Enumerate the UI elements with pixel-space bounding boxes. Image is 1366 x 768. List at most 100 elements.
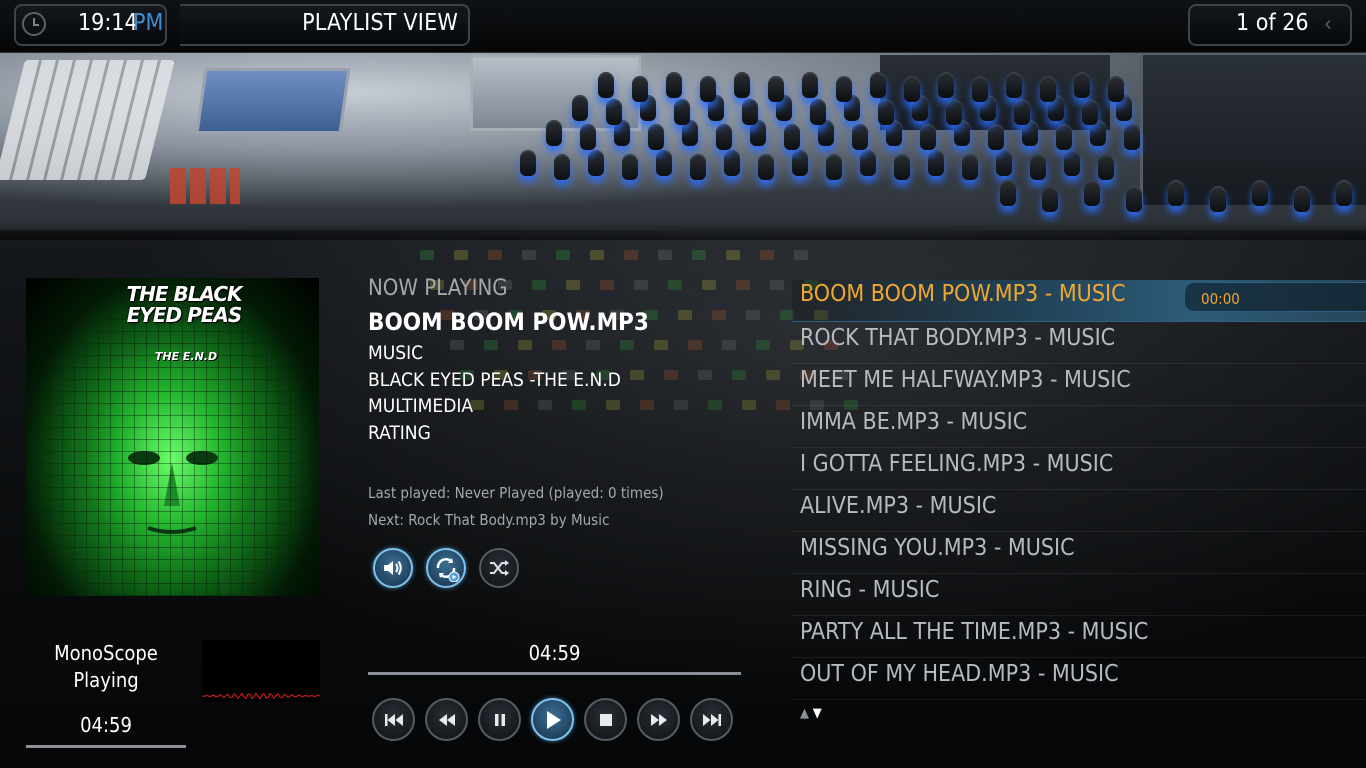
playlist-item[interactable]: ALIVE.MP3 - MUSIC	[792, 490, 1366, 532]
playlist-item-label: MEET ME HALFWAY.MP3 - MUSIC	[800, 367, 1131, 393]
background-knob	[878, 99, 894, 125]
playlist-item-label: I GOTTA FEELING.MP3 - MUSIC	[800, 451, 1114, 477]
pause-button[interactable]	[478, 698, 521, 741]
background-knob	[1074, 72, 1090, 98]
previous-button[interactable]	[372, 698, 415, 741]
visualisation-time: 04:59	[80, 713, 132, 737]
background-knob	[1098, 154, 1114, 180]
visualisation-status: Playing	[73, 668, 139, 692]
background-screen	[195, 68, 351, 134]
background-knob	[554, 154, 570, 180]
playlist-item[interactable]: I GOTTA FEELING.MP3 - MUSIC	[792, 448, 1366, 490]
playlist-item[interactable]: IMMA BE.MP3 - MUSIC	[792, 406, 1366, 448]
scroll-down-icon[interactable]: ▼	[813, 706, 822, 721]
background-knob	[1336, 180, 1352, 206]
background-knob	[674, 99, 690, 125]
background-knob	[826, 154, 842, 180]
header-bar: 19:14 PM PLAYLIST VIEW 1 of 26 ‹	[0, 0, 1366, 53]
stop-button[interactable]	[584, 698, 627, 741]
page-count-panel: 1 of 26 ‹	[1188, 4, 1352, 46]
view-title-panel: PLAYLIST VIEW	[180, 4, 470, 46]
background-knob	[1006, 72, 1022, 98]
playlist-item-duration: 00:00	[1184, 282, 1366, 312]
page-count: 1 of 26	[1236, 10, 1309, 36]
background-knob	[520, 150, 536, 176]
playlist-item-label: RING - MUSIC	[800, 577, 940, 603]
volume-icon	[384, 560, 402, 576]
background-knob	[1064, 150, 1080, 176]
background-knob	[1168, 180, 1184, 206]
background-knob	[580, 124, 596, 150]
background-knob	[716, 124, 732, 150]
background-knob	[852, 124, 868, 150]
background-knob	[870, 72, 886, 98]
rewind-icon	[438, 713, 455, 726]
background-knob	[734, 72, 750, 98]
background-knob	[810, 99, 826, 125]
fast-forward-button[interactable]	[637, 698, 680, 741]
background-knob	[860, 150, 876, 176]
playlist-item-label: PARTY ALL THE TIME.MP3 - MUSIC	[800, 619, 1149, 645]
background-knob	[588, 150, 604, 176]
background-knob	[1210, 186, 1226, 212]
now-playing-label: NOW PLAYING	[368, 276, 508, 301]
background-knob	[972, 76, 988, 102]
playlist-scroll-arrows: ▲ ▼	[800, 706, 822, 721]
playlist-item-selected[interactable]: BOOM BOOM POW.MP3 - MUSIC 00:00	[792, 280, 1366, 322]
playlist-item[interactable]: RING - MUSIC	[792, 574, 1366, 616]
background-knob	[988, 124, 1004, 150]
background-knob	[1126, 186, 1142, 212]
background-knob	[802, 72, 818, 98]
now-playing-artist: MUSIC	[368, 342, 424, 364]
now-playing-genre: MULTIMEDIA	[368, 395, 474, 417]
seek-bar[interactable]	[368, 672, 741, 675]
visualisation-name: MonoScope Playing	[26, 640, 186, 694]
chevron-left-icon: ‹	[1324, 12, 1332, 37]
album-title-art: THE E.N.D	[154, 350, 218, 363]
clock-panel: 19:14 PM	[14, 4, 167, 46]
background-knob	[724, 150, 740, 176]
visualisation-progress-bar	[26, 745, 186, 748]
background-knob	[622, 154, 638, 180]
page-title: PLAYLIST VIEW	[302, 10, 458, 36]
next-button[interactable]	[690, 698, 733, 741]
playlist-item[interactable]: MISSING YOU.MP3 - MUSIC	[792, 532, 1366, 574]
repeat-icon	[436, 558, 460, 582]
playlist-item[interactable]: MEET ME HALFWAY.MP3 - MUSIC	[792, 364, 1366, 406]
playlist-item-label: OUT OF MY HEAD.MP3 - MUSIC	[800, 661, 1119, 687]
background-keyboard	[0, 60, 175, 180]
playlist: BOOM BOOM POW.MP3 - MUSIC 00:00 ROCK THA…	[792, 280, 1366, 700]
playlist-item-label: BOOM BOOM POW.MP3 - MUSIC	[800, 281, 1126, 307]
oscilloscope-wave	[202, 692, 320, 700]
background-knob	[938, 72, 954, 98]
elapsed-time: 04:59	[528, 641, 581, 665]
background-knob	[606, 99, 622, 125]
clock-ampm: PM	[133, 10, 164, 36]
shuffle-button[interactable]	[479, 548, 519, 588]
background-knob	[792, 150, 808, 176]
background-knob	[1056, 124, 1072, 150]
play-button[interactable]	[531, 698, 574, 741]
visualisation-title: MonoScope	[54, 641, 158, 665]
background-knob	[920, 124, 936, 150]
clock-icon	[22, 12, 46, 36]
background-knob	[1124, 124, 1140, 150]
playlist-item[interactable]: PARTY ALL THE TIME.MP3 - MUSIC	[792, 616, 1366, 658]
album-band-name: THE BLACK EYED PEAS	[126, 282, 242, 327]
background-knob	[1014, 99, 1030, 125]
volume-button[interactable]	[373, 548, 413, 588]
background-knob	[784, 124, 800, 150]
repeat-button[interactable]	[426, 548, 466, 588]
background-knob	[598, 72, 614, 98]
now-playing-album: BLACK EYED PEAS -THE E.N.D	[368, 369, 621, 391]
rewind-button[interactable]	[425, 698, 468, 741]
background-knob	[1084, 180, 1100, 206]
playlist-item[interactable]: OUT OF MY HEAD.MP3 - MUSIC	[792, 658, 1366, 700]
playlist-item[interactable]: ROCK THAT BODY.MP3 - MUSIC	[792, 322, 1366, 364]
visualisation-preview[interactable]	[202, 640, 320, 702]
scroll-up-icon[interactable]: ▲	[800, 706, 809, 721]
background-knob	[1294, 186, 1310, 212]
background-knob	[836, 76, 852, 102]
background-knob	[1030, 154, 1046, 180]
background-knob	[946, 99, 962, 125]
